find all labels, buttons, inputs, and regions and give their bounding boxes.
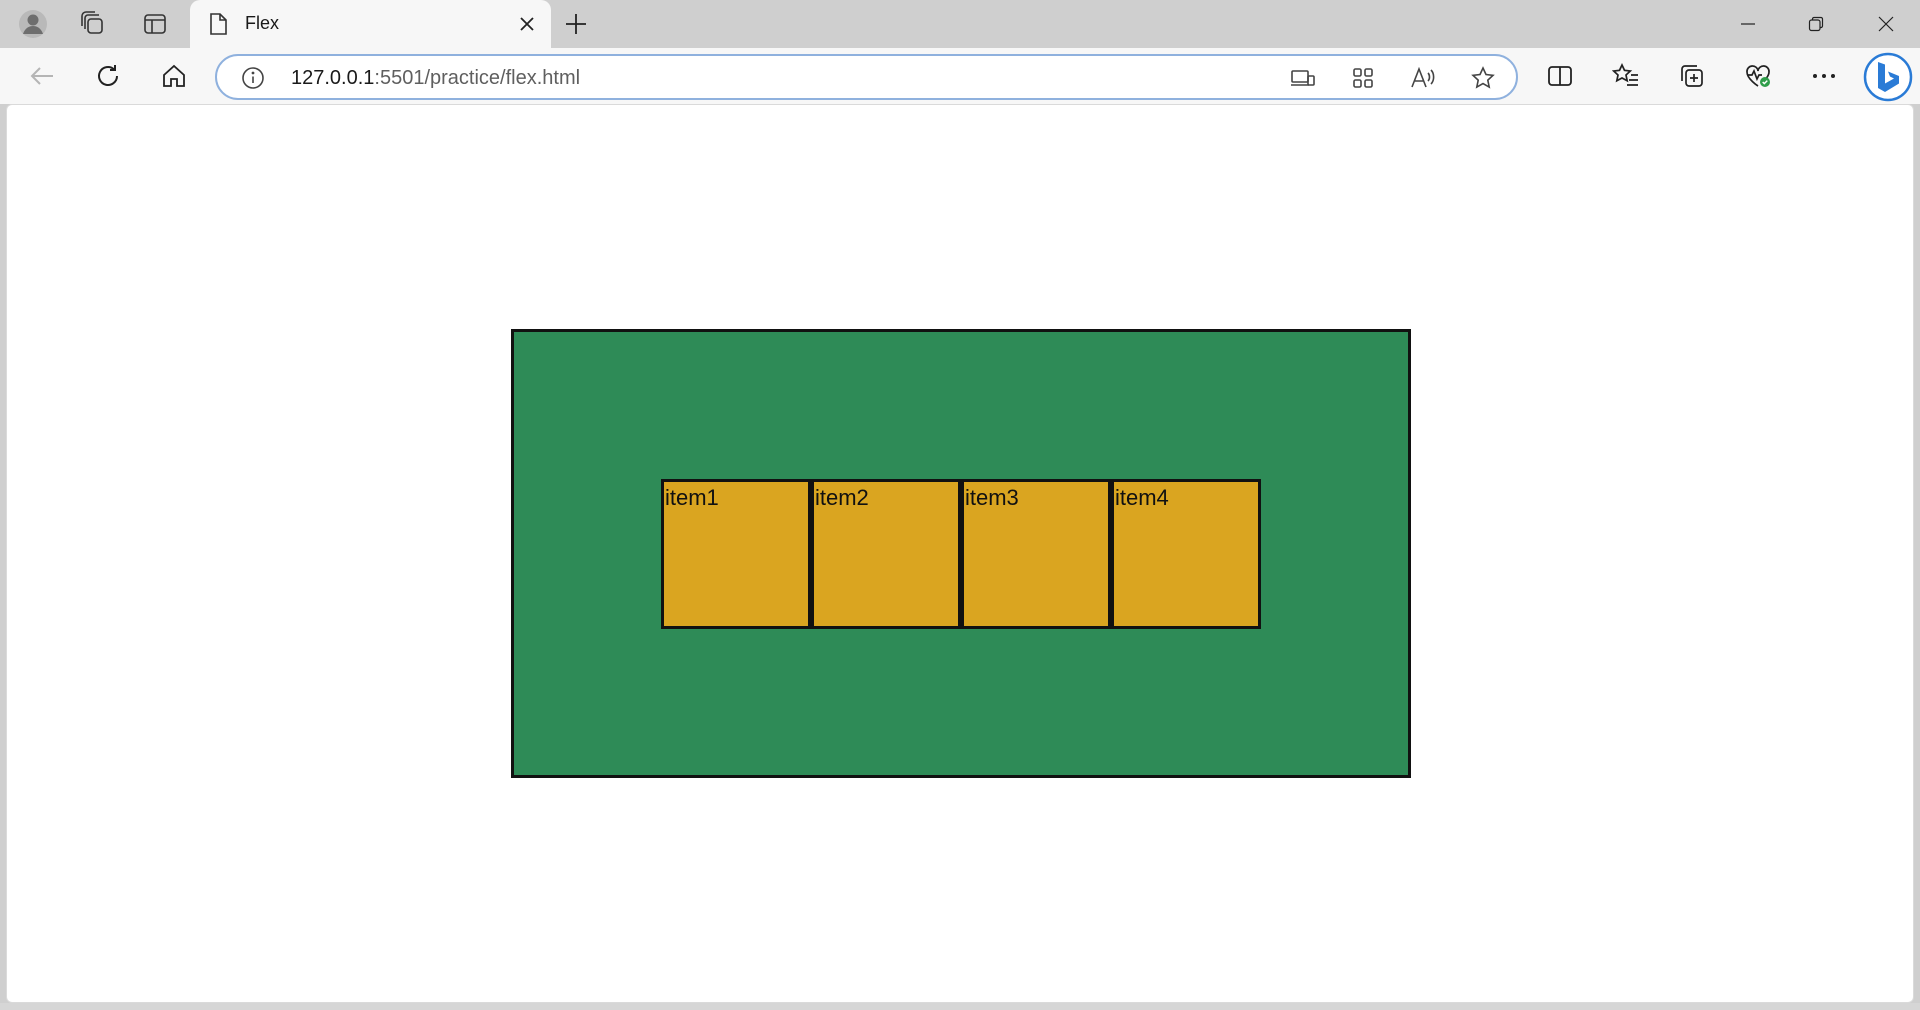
device-icon[interactable] bbox=[1285, 63, 1321, 93]
tab-strip: Flex bbox=[0, 0, 1920, 48]
collections-icon[interactable] bbox=[1672, 57, 1712, 95]
back-arrow-icon[interactable] bbox=[22, 57, 62, 95]
flex-container: item1 item2 item3 item4 bbox=[511, 329, 1411, 778]
read-aloud-icon[interactable] bbox=[1405, 63, 1441, 93]
flex-item-3: item3 bbox=[961, 478, 1111, 629]
url-path: :5501/practice/flex.html bbox=[374, 67, 581, 89]
favorites-list-icon[interactable] bbox=[1606, 57, 1646, 95]
copilot-icon[interactable] bbox=[1863, 52, 1913, 102]
workspaces-icon[interactable] bbox=[71, 6, 115, 42]
browser-essentials-icon[interactable] bbox=[1738, 57, 1778, 95]
window-bottom-edge bbox=[0, 1003, 1920, 1010]
restore-icon[interactable] bbox=[1782, 0, 1850, 48]
profile-avatar-icon[interactable] bbox=[11, 6, 55, 42]
url-text[interactable]: 127.0.0.1:5501/practice/flex.html bbox=[291, 67, 580, 90]
refresh-icon[interactable] bbox=[88, 57, 128, 95]
tab-flex[interactable]: Flex bbox=[190, 0, 551, 48]
url-host: 127.0.0.1 bbox=[291, 67, 375, 89]
vertical-tabs-icon[interactable] bbox=[133, 6, 177, 42]
flex-item-1: item1 bbox=[661, 478, 811, 629]
close-window-icon[interactable] bbox=[1852, 0, 1920, 48]
site-info-icon[interactable] bbox=[241, 66, 265, 95]
page-icon bbox=[208, 12, 228, 41]
app-available-icon[interactable] bbox=[1345, 63, 1381, 93]
close-tab-icon[interactable] bbox=[513, 10, 541, 38]
address-bar[interactable]: 127.0.0.1:5501/practice/flex.html bbox=[215, 54, 1518, 100]
more-options-icon[interactable] bbox=[1804, 57, 1844, 95]
home-icon[interactable] bbox=[154, 57, 194, 95]
minimize-icon[interactable] bbox=[1714, 0, 1782, 48]
new-tab-icon[interactable] bbox=[556, 6, 596, 42]
split-screen-icon[interactable] bbox=[1540, 57, 1580, 95]
tab-title: Flex bbox=[245, 13, 280, 33]
flex-item-2: item2 bbox=[811, 478, 961, 629]
toolbar: 127.0.0.1:5501/practice/flex.html bbox=[0, 48, 1920, 104]
page-viewport: item1 item2 item3 item4 bbox=[6, 104, 1914, 1003]
favorite-star-icon[interactable] bbox=[1465, 63, 1501, 93]
flex-item-4: item4 bbox=[1111, 478, 1261, 629]
